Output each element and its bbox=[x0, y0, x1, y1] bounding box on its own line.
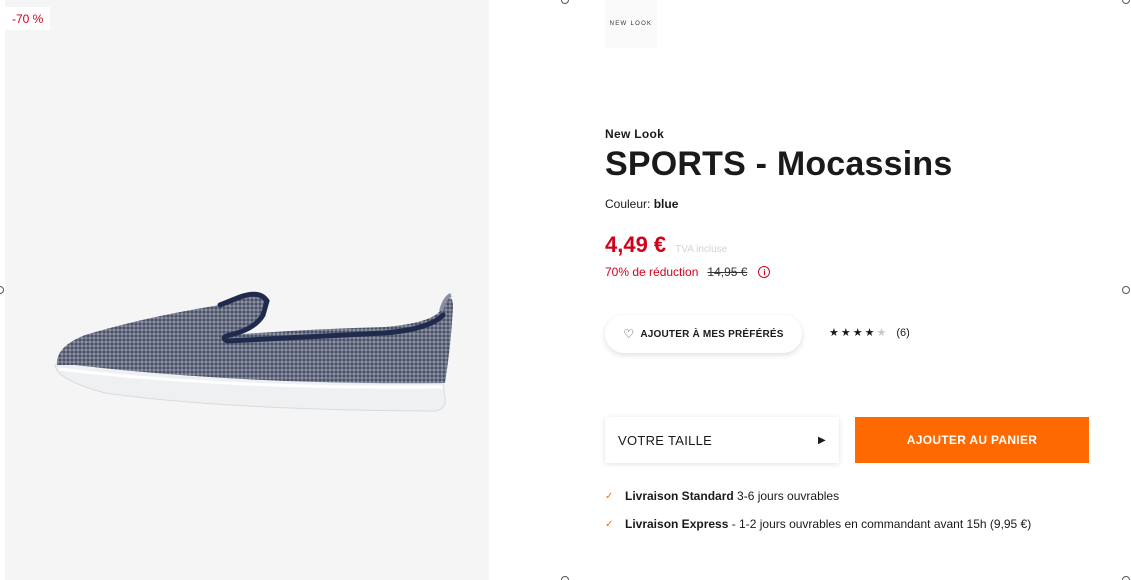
product-image[interactable] bbox=[45, 285, 465, 417]
product-details: NEW LOOK New Look SPORTS - Mocassins Cou… bbox=[605, 0, 1105, 580]
resize-handle-bottom[interactable] bbox=[561, 576, 569, 580]
wishlist-label: AJOUTER À MES PRÉFÉRÉS bbox=[640, 328, 784, 340]
color-label: Couleur: bbox=[605, 197, 651, 211]
current-price: 4,49 € bbox=[605, 232, 667, 257]
star-rating: ★★★★★ bbox=[829, 326, 888, 339]
delivery-info: ✓ Livraison Standard 3-6 jours ouvrables… bbox=[605, 482, 1031, 538]
check-icon: ✓ bbox=[605, 490, 614, 502]
discount-flag: -70 % bbox=[5, 7, 51, 30]
star-empty-icon: ★ bbox=[876, 327, 889, 339]
color-row: Couleur: blue bbox=[605, 197, 678, 211]
star-icon: ★ bbox=[852, 327, 865, 339]
star-icon: ★ bbox=[840, 327, 853, 339]
star-icon: ★ bbox=[829, 327, 841, 339]
resize-handle-top[interactable] bbox=[561, 0, 569, 4]
product-title: SPORTS - Mocassins bbox=[605, 145, 953, 183]
check-icon: ✓ bbox=[605, 518, 614, 530]
delivery-name: Livraison Standard bbox=[625, 489, 734, 503]
resize-handle-bottom-right[interactable] bbox=[1122, 576, 1130, 580]
delivery-detail: 3-6 jours ouvrables bbox=[733, 489, 840, 503]
reduction-row: 70% de réduction 14,95 € i bbox=[605, 265, 771, 279]
product-gallery[interactable]: -70 % bbox=[5, 0, 489, 580]
heart-icon: ♡ bbox=[623, 327, 635, 341]
resize-handle-right[interactable] bbox=[1122, 286, 1130, 294]
play-arrow-icon: ▶ bbox=[818, 434, 826, 446]
size-label: VOTRE TAILLE bbox=[618, 432, 713, 448]
reduction-label: 70% de réduction bbox=[605, 265, 699, 279]
add-to-wishlist-button[interactable]: ♡ AJOUTER À MES PRÉFÉRÉS bbox=[605, 315, 802, 353]
brand-name[interactable]: New Look bbox=[605, 127, 664, 141]
resize-handle-left[interactable] bbox=[0, 286, 4, 294]
size-selector[interactable]: VOTRE TAILLE ▶ bbox=[605, 417, 839, 463]
original-price: 14,95 € bbox=[707, 265, 748, 279]
price-row: 4,49 € TVA incluse bbox=[605, 232, 727, 258]
delivery-item: ✓ Livraison Express - 1-2 jours ouvrable… bbox=[605, 510, 1031, 538]
color-value: blue bbox=[653, 197, 679, 211]
delivery-detail: - 1-2 jours ouvrables en commandant avan… bbox=[728, 517, 1032, 531]
brand-logo-text: NEW LOOK bbox=[609, 21, 653, 27]
rating-count: (6) bbox=[896, 326, 910, 339]
add-to-cart-button[interactable]: AJOUTER AU PANIER bbox=[855, 417, 1089, 463]
vat-note: TVA incluse bbox=[675, 244, 728, 255]
brand-logo[interactable]: NEW LOOK bbox=[605, 0, 657, 48]
rating[interactable]: ★★★★★ (6) bbox=[829, 326, 910, 340]
delivery-item: ✓ Livraison Standard 3-6 jours ouvrables bbox=[605, 482, 1031, 510]
star-icon: ★ bbox=[864, 327, 877, 339]
delivery-name: Livraison Express bbox=[625, 517, 729, 531]
resize-handle-top-right[interactable] bbox=[1122, 0, 1130, 4]
info-icon[interactable]: i bbox=[758, 266, 771, 278]
